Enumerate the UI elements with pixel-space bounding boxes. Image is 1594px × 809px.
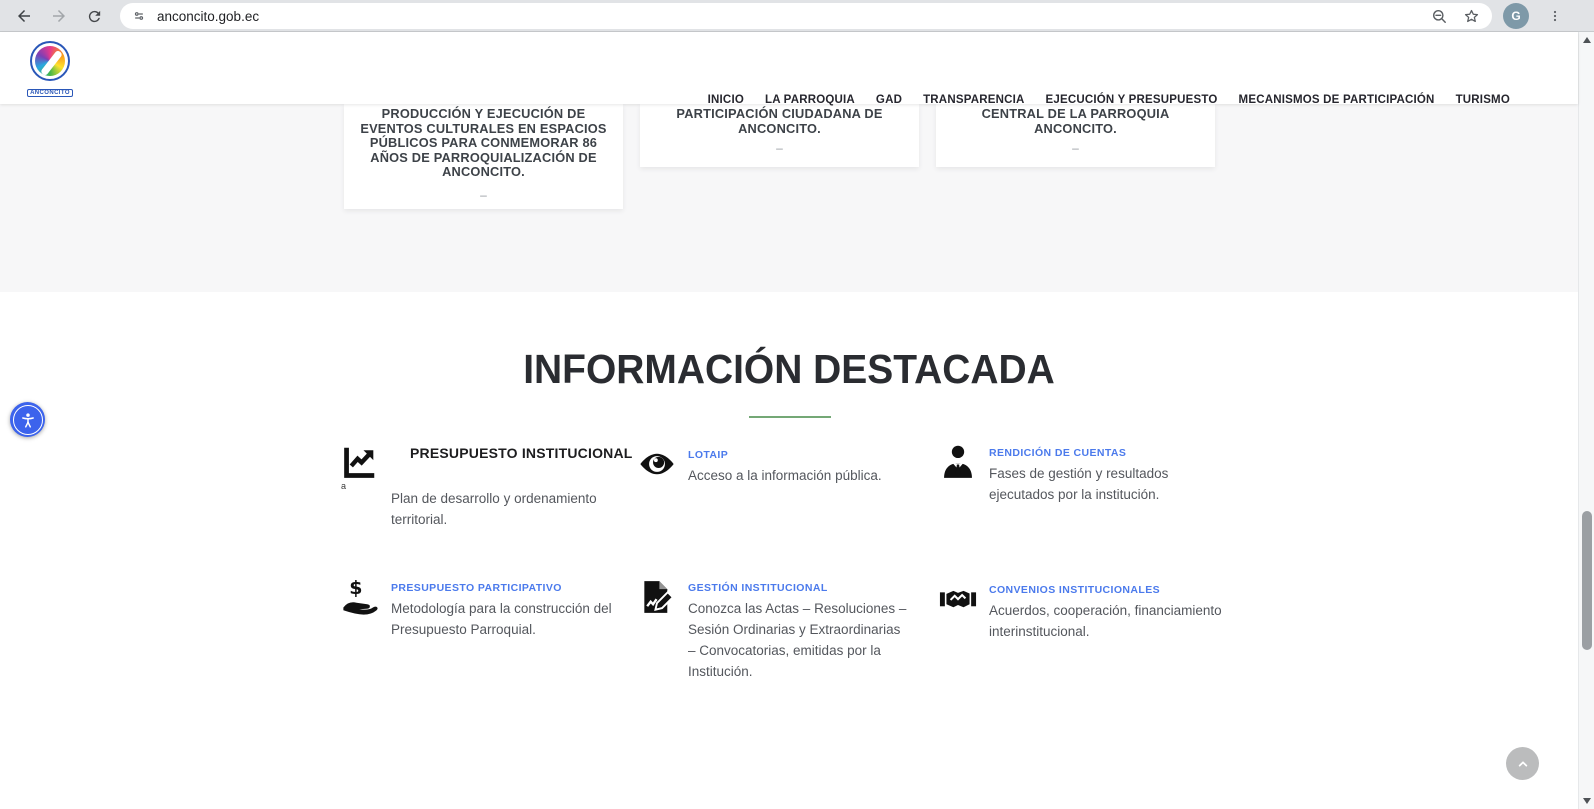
nav-item-ejecucion-presupuesto[interactable]: EJECUCIÓN Y PRESUPUESTO	[1046, 94, 1218, 106]
scrollbar-down-arrow[interactable]	[1583, 798, 1591, 804]
bookmark-star-icon[interactable]	[1460, 5, 1482, 27]
featured-item-title[interactable]: PRESUPUESTO PARTICIPATIVO	[391, 582, 621, 594]
svg-text:$: $	[349, 578, 362, 599]
nav-item-mecanismos-participacion[interactable]: MECANISMOS DE PARTICIPACIÓN	[1239, 94, 1435, 106]
featured-item-desc: Metodología para la construcción del Pre…	[391, 599, 621, 641]
main-navigation: INICIO LA PARROQUIA GAD TRANSPARENCIA EJ…	[708, 64, 1510, 136]
profile-avatar[interactable]: G	[1503, 3, 1529, 29]
accessibility-ring	[13, 405, 43, 435]
nav-item-inicio[interactable]: INICIO	[708, 94, 744, 106]
news-card[interactable]: PRODUCCIÓN Y EJECUCIÓN DE EVENTOS CULTUR…	[344, 104, 623, 209]
section-title: INFORMACIÓN DESTACADA	[39, 346, 1538, 393]
document-pen-icon	[638, 578, 676, 616]
icon-caption: a	[341, 482, 385, 491]
featured-item-title[interactable]: CONVENIOS INSTITUCIONALES	[989, 584, 1231, 596]
refresh-icon[interactable]	[82, 4, 106, 28]
featured-item: GESTIÓN INSTITUCIONAL Conozca las Actas …	[638, 578, 908, 683]
back-arrow-icon[interactable]	[12, 4, 36, 28]
scroll-to-top-button[interactable]	[1506, 747, 1539, 780]
url-text[interactable]: anconcito.gob.ec	[157, 9, 1418, 24]
browser-menu-icon[interactable]	[1544, 4, 1566, 28]
featured-item-title[interactable]: PRESUPUESTO INSTITUCIONAL	[410, 445, 633, 461]
featured-item-desc: Fases de gestión y resultados ejecutados…	[989, 464, 1234, 506]
featured-item-title[interactable]: GESTIÓN INSTITUCIONAL	[688, 582, 908, 594]
site-header: ANCONCITO INICIO LA PARROQUIA GAD TRANSP…	[0, 32, 1578, 104]
person-icon	[939, 443, 977, 481]
scrollbar-thumb[interactable]	[1582, 511, 1592, 650]
eye-icon	[638, 445, 676, 483]
featured-item: a PRESUPUESTO INSTITUCIONAL Plan de desa…	[341, 443, 633, 531]
featured-item: $ PRESUPUESTO PARTICIPATIVO Metodología …	[341, 578, 621, 641]
featured-item-desc: Acceso a la información pública.	[688, 466, 918, 487]
featured-item: CONVENIOS INSTITUCIONALES Acuerdos, coop…	[939, 580, 1231, 643]
nav-item-transparencia[interactable]: TRANSPARENCIA	[923, 94, 1024, 106]
address-bar[interactable]: anconcito.gob.ec	[120, 3, 1492, 29]
news-card-title[interactable]: PRODUCCIÓN Y EJECUCIÓN DE EVENTOS CULTUR…	[360, 107, 607, 180]
nav-item-la-parroquia[interactable]: LA PARROQUIA	[765, 94, 855, 106]
browser-toolbar: anconcito.gob.ec G	[0, 0, 1594, 32]
section-divider	[749, 416, 831, 418]
vertical-scrollbar[interactable]	[1578, 32, 1594, 809]
site-logo[interactable]: ANCONCITO	[27, 41, 73, 97]
hand-dollar-icon: $	[341, 578, 379, 616]
featured-item-desc: Conozca las Actas – Resoluciones – Sesió…	[688, 599, 908, 683]
featured-item: RENDICIÓN DE CUENTAS Fases de gestión y …	[939, 443, 1234, 506]
chevron-up-icon	[1515, 756, 1531, 772]
logo-banner-text: ANCONCITO	[27, 89, 73, 97]
news-card-meta: –	[656, 141, 903, 155]
scrollbar-up-arrow[interactable]	[1583, 37, 1591, 43]
featured-item-title[interactable]: LOTAIP	[688, 449, 918, 461]
news-card-meta: –	[360, 188, 607, 202]
accessibility-button[interactable]	[10, 402, 45, 437]
featured-item-desc: Acuerdos, cooperación, financiamiento in…	[989, 601, 1231, 643]
news-card-meta: –	[952, 141, 1199, 155]
handshake-icon	[939, 580, 977, 618]
logo-emblem-icon	[30, 41, 70, 81]
site-settings-icon[interactable]	[130, 7, 148, 25]
line-chart-icon	[341, 443, 379, 481]
nav-item-turismo[interactable]: TURISMO	[1456, 94, 1510, 106]
featured-item: LOTAIP Acceso a la información pública.	[638, 445, 918, 487]
featured-item-desc: Plan de desarrollo y ordenamiento territ…	[391, 489, 603, 531]
forward-arrow-icon[interactable]	[47, 4, 71, 28]
featured-item-title[interactable]: RENDICIÓN DE CUENTAS	[989, 447, 1234, 459]
nav-item-gad[interactable]: GAD	[876, 94, 902, 106]
zoom-out-icon[interactable]	[1428, 5, 1450, 27]
